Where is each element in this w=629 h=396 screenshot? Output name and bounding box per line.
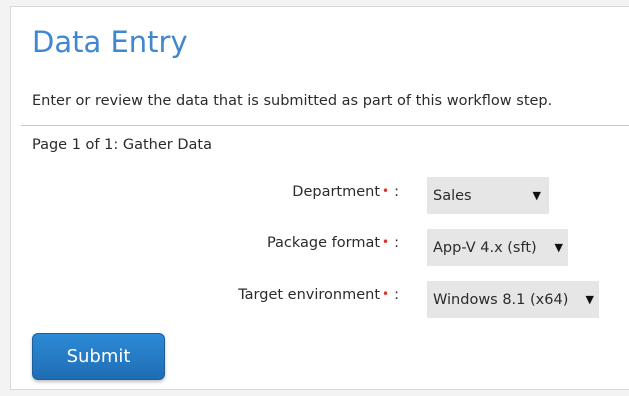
label-colon: : — [394, 235, 399, 251]
divider — [21, 125, 629, 126]
page-indicator: Page 1 of 1: Gather Data — [32, 137, 212, 153]
submit-button[interactable]: Submit — [32, 333, 165, 380]
form-description: Enter or review the data that is submitt… — [32, 93, 553, 109]
chevron-down-icon: ▼ — [532, 189, 541, 202]
required-marker: • — [382, 184, 390, 198]
chevron-down-icon: ▼ — [554, 241, 563, 254]
package-format-select-value: App-V 4.x (sft) — [433, 239, 537, 256]
target-environment-label-text: Target environment — [238, 287, 381, 303]
department-label-text: Department — [292, 184, 381, 200]
target-environment-select[interactable]: Windows 8.1 (x64) ▼ — [427, 281, 599, 318]
package-format-label-text: Package format — [266, 235, 381, 251]
target-environment-select-value: Windows 8.1 (x64) — [433, 291, 569, 308]
data-entry-panel: Data Entry Enter or review the data that… — [10, 6, 629, 390]
package-format-label: Package format •: — [267, 235, 399, 251]
department-select-value: Sales — [433, 187, 472, 204]
page-title: Data Entry — [32, 25, 188, 59]
department-label: Department •: — [292, 184, 399, 200]
package-format-select[interactable]: App-V 4.x (sft) ▼ — [427, 229, 568, 266]
label-colon: : — [394, 287, 399, 303]
target-environment-label: Target environment •: — [238, 287, 399, 303]
required-marker: • — [382, 287, 390, 301]
department-select[interactable]: Sales ▼ — [427, 177, 549, 214]
chevron-down-icon: ▼ — [585, 293, 594, 306]
required-marker: • — [382, 235, 390, 249]
label-colon: : — [394, 184, 399, 200]
